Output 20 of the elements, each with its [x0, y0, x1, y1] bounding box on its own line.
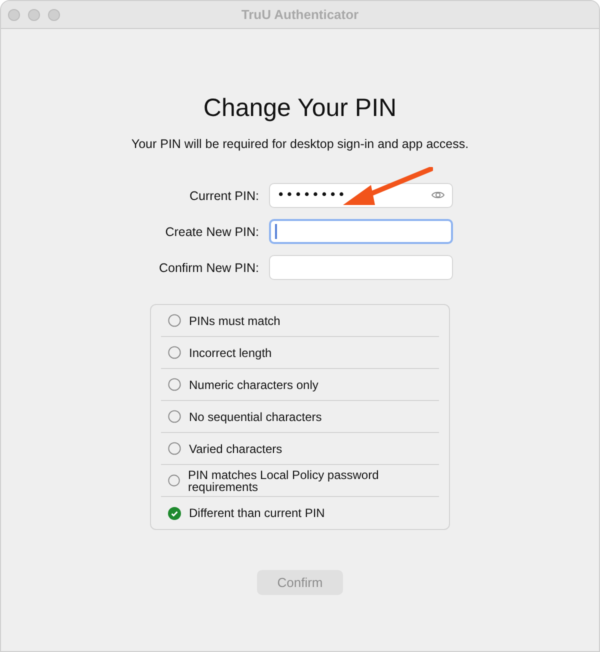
zoom-button[interactable] — [48, 8, 60, 20]
requirement-text: PIN matches Local Policy password requirements — [188, 468, 380, 492]
requirement-text: Numeric characters only — [189, 378, 318, 390]
input-field[interactable] — [269, 255, 453, 280]
field-label: Confirm New PIN: — [158, 260, 259, 274]
minimize-button[interactable] — [28, 8, 40, 20]
close-button[interactable] — [8, 8, 20, 20]
eye-icon[interactable] — [431, 190, 445, 200]
requirement-text: Different than current PIN — [189, 507, 325, 519]
subtitle: Your PIN will be required for desktop sign-in and app access. — [131, 137, 469, 151]
password-field[interactable]: •••••••• — [269, 183, 453, 208]
page-heading: Change Your PIN — [203, 94, 397, 123]
requirement-text: Varied characters — [189, 442, 282, 454]
field-label: Create New PIN: — [165, 224, 259, 238]
window-title: TruU Authenticator — [240, 7, 360, 22]
input-field[interactable] — [269, 219, 453, 244]
field-label: Current PIN: — [190, 188, 259, 202]
requirement-text: Incorrect length — [189, 346, 272, 358]
requirement-text: PINs must match — [189, 314, 280, 326]
requirement-text: No sequential characters — [189, 410, 322, 422]
